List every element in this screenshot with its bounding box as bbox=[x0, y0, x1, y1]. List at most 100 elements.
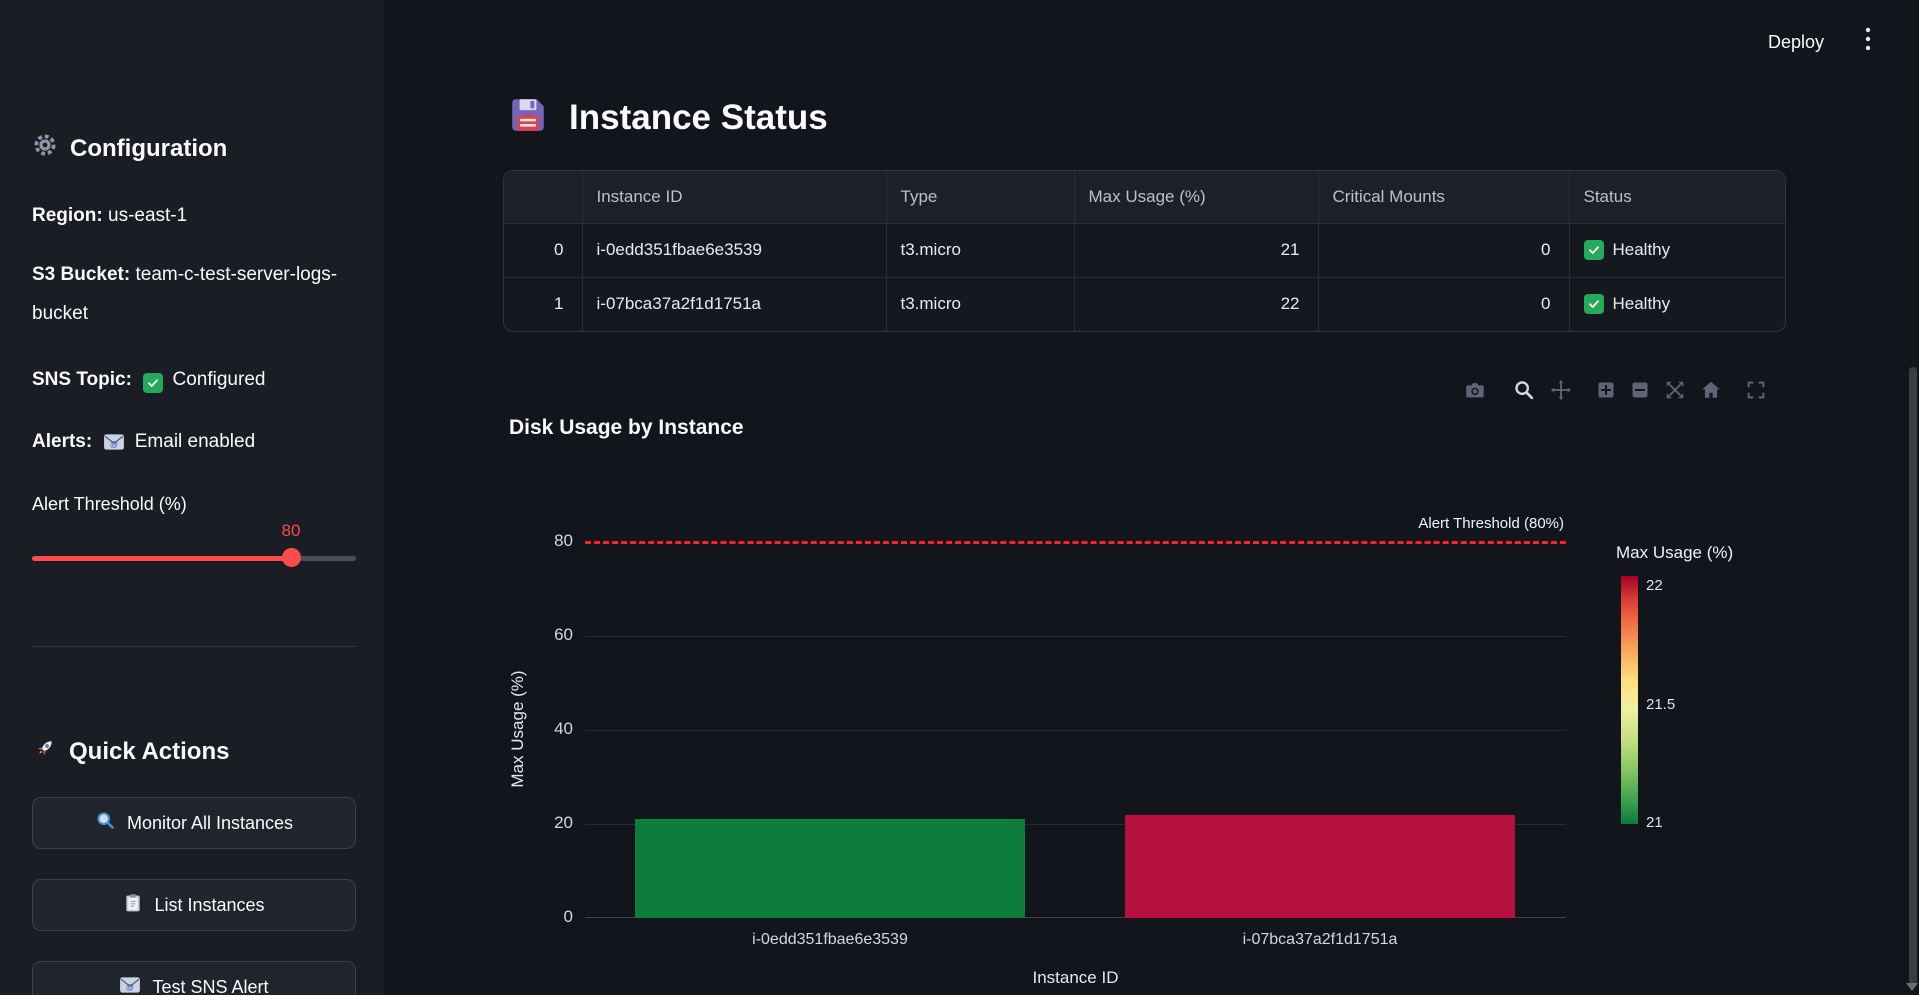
sns-topic-label: SNS Topic: bbox=[32, 369, 132, 390]
region-value: us-east-1 bbox=[108, 205, 188, 226]
scrollbar-thumb[interactable] bbox=[1909, 367, 1917, 985]
col-critical-mounts[interactable]: Critical Mounts bbox=[1318, 171, 1570, 224]
list-instances-button[interactable]: List Instances bbox=[32, 879, 356, 931]
quick-actions-heading: Quick Actions bbox=[32, 736, 229, 768]
sidebar: Configuration Region: us-east-1 S3 Bucke… bbox=[0, 0, 384, 995]
col-type[interactable]: Type bbox=[886, 171, 1075, 224]
plotly-modebar bbox=[1464, 379, 1767, 401]
cell-instance-id: i-0edd351fbae6e3539 bbox=[582, 223, 887, 278]
colorbar bbox=[1621, 576, 1638, 824]
monitor-all-instances-label: Monitor All Instances bbox=[126, 812, 294, 833]
check-icon bbox=[1583, 294, 1604, 314]
slider-value: 80 bbox=[281, 521, 301, 540]
configuration-heading: Configuration bbox=[32, 132, 227, 165]
col-instance-id[interactable]: Instance ID bbox=[582, 171, 887, 224]
threshold-annotation: Alert Threshold (80%) bbox=[1418, 515, 1564, 532]
cell-type: t3.micro bbox=[886, 223, 1075, 278]
test-sns-alert-label: Test SNS Alert bbox=[152, 976, 269, 995]
list-instances-label: List Instances bbox=[154, 894, 265, 915]
cell-critical-mounts: 0 bbox=[1318, 223, 1570, 278]
y-tick-80: 80 bbox=[554, 531, 573, 550]
zoom-icon[interactable] bbox=[1513, 379, 1535, 401]
slider-fill bbox=[32, 556, 291, 561]
colorbar-title: Max Usage (%) bbox=[1616, 543, 1734, 562]
y-axis-title: Max Usage (%) bbox=[508, 670, 527, 788]
sidebar-divider bbox=[32, 646, 356, 647]
autoscale-icon[interactable] bbox=[1664, 379, 1686, 401]
gear-icon bbox=[32, 132, 58, 165]
gridline-40 bbox=[585, 730, 1566, 731]
sns-topic-row: SNS Topic: Configured bbox=[32, 360, 362, 399]
svg-text:@: @ bbox=[126, 982, 134, 991]
region-label: Region: bbox=[32, 205, 103, 226]
pan-icon[interactable] bbox=[1550, 379, 1572, 401]
fullscreen-icon[interactable] bbox=[1745, 379, 1767, 401]
table-header-row: Instance ID Type Max Usage (%) Critical … bbox=[504, 171, 1785, 224]
zoom-in-icon[interactable] bbox=[1596, 380, 1616, 400]
instance-table[interactable]: Instance ID Type Max Usage (%) Critical … bbox=[503, 170, 1786, 332]
scroll-down-arrow[interactable] bbox=[1906, 983, 1918, 991]
check-icon bbox=[143, 373, 164, 393]
s3-bucket-row: S3 Bucket: team-c-test-server-logs-bucke… bbox=[32, 255, 362, 333]
slider-thumb[interactable] bbox=[282, 548, 301, 567]
clipboard-icon bbox=[123, 893, 143, 918]
cell-status: Healthy bbox=[1569, 277, 1785, 331]
rocket-icon bbox=[32, 736, 57, 768]
email-icon: @ bbox=[103, 433, 125, 451]
test-sns-alert-button[interactable]: @ Test SNS Alert bbox=[32, 961, 356, 995]
x-tick-instance-1: i-07bca37a2f1d1751a bbox=[1242, 931, 1398, 948]
cell-index: 0 bbox=[504, 223, 583, 278]
alerts-row: Alerts: @ Email enabled bbox=[32, 422, 362, 461]
y-tick-20: 20 bbox=[554, 813, 573, 832]
bar-i-0edd351fbae6e3539[interactable] bbox=[635, 819, 1025, 918]
alerts-value: Email enabled bbox=[134, 431, 256, 452]
alerts-label: Alerts: bbox=[32, 431, 93, 452]
chart-title: Disk Usage by Instance bbox=[509, 416, 744, 439]
x-axis-title: Instance ID bbox=[1032, 968, 1119, 987]
status-text: Healthy bbox=[1612, 240, 1671, 259]
cell-max-usage: 22 bbox=[1074, 277, 1319, 331]
col-status[interactable]: Status bbox=[1569, 171, 1785, 224]
table-row: 1 i-07bca37a2f1d1751a t3.micro 22 0 Heal… bbox=[504, 277, 1785, 331]
cell-index: 1 bbox=[504, 277, 583, 331]
cell-type: t3.micro bbox=[886, 277, 1075, 331]
colorbar-tick-min: 21 bbox=[1646, 814, 1663, 831]
x-tick-instance-0: i-0edd351fbae6e3539 bbox=[752, 931, 908, 948]
bar-i-07bca37a2f1d1751a[interactable] bbox=[1125, 815, 1515, 918]
colorbar-tick-max: 22 bbox=[1646, 577, 1663, 594]
region-row: Region: us-east-1 bbox=[32, 196, 362, 235]
kebab-menu-icon[interactable] bbox=[1864, 26, 1872, 57]
cell-max-usage: 21 bbox=[1074, 223, 1319, 278]
col-index[interactable] bbox=[504, 171, 583, 224]
camera-icon[interactable] bbox=[1464, 379, 1486, 401]
app-root: Configuration Region: us-east-1 S3 Bucke… bbox=[0, 0, 1919, 995]
y-tick-0: 0 bbox=[563, 907, 573, 926]
colorbar-tick-mid: 21.5 bbox=[1646, 696, 1676, 713]
s3-bucket-label: S3 Bucket: bbox=[32, 264, 131, 285]
cell-status: Healthy bbox=[1569, 223, 1785, 278]
status-text: Healthy bbox=[1612, 294, 1671, 313]
col-max-usage[interactable]: Max Usage (%) bbox=[1074, 171, 1319, 224]
gridline-60 bbox=[585, 636, 1566, 637]
page-title-label: Instance Status bbox=[569, 97, 828, 137]
page-title: Instance Status bbox=[507, 94, 828, 141]
zoom-out-icon[interactable] bbox=[1630, 380, 1650, 400]
sns-topic-value: Configured bbox=[172, 369, 266, 390]
configuration-heading-label: Configuration bbox=[70, 134, 228, 162]
home-icon[interactable] bbox=[1700, 379, 1722, 401]
svg-text:@: @ bbox=[110, 440, 118, 449]
quick-actions-heading-label: Quick Actions bbox=[69, 738, 230, 765]
y-tick-60: 60 bbox=[554, 625, 573, 644]
cell-critical-mounts: 0 bbox=[1318, 277, 1570, 331]
alert-threshold-slider[interactable] bbox=[32, 556, 356, 561]
alert-threshold-label: Alert Threshold (%) bbox=[32, 494, 187, 514]
check-icon bbox=[1583, 240, 1604, 260]
y-tick-40: 40 bbox=[554, 719, 573, 738]
floppy-disk-icon bbox=[507, 94, 549, 141]
plot-area: Alert Threshold (80%) bbox=[585, 515, 1566, 918]
threshold-line bbox=[585, 541, 1566, 544]
table-row: 0 i-0edd351fbae6e3539 t3.micro 21 0 Heal… bbox=[504, 223, 1785, 278]
monitor-all-instances-button[interactable]: Monitor All Instances bbox=[32, 797, 356, 849]
email-icon: @ bbox=[119, 976, 141, 995]
deploy-button[interactable]: Deploy bbox=[1768, 32, 1824, 53]
